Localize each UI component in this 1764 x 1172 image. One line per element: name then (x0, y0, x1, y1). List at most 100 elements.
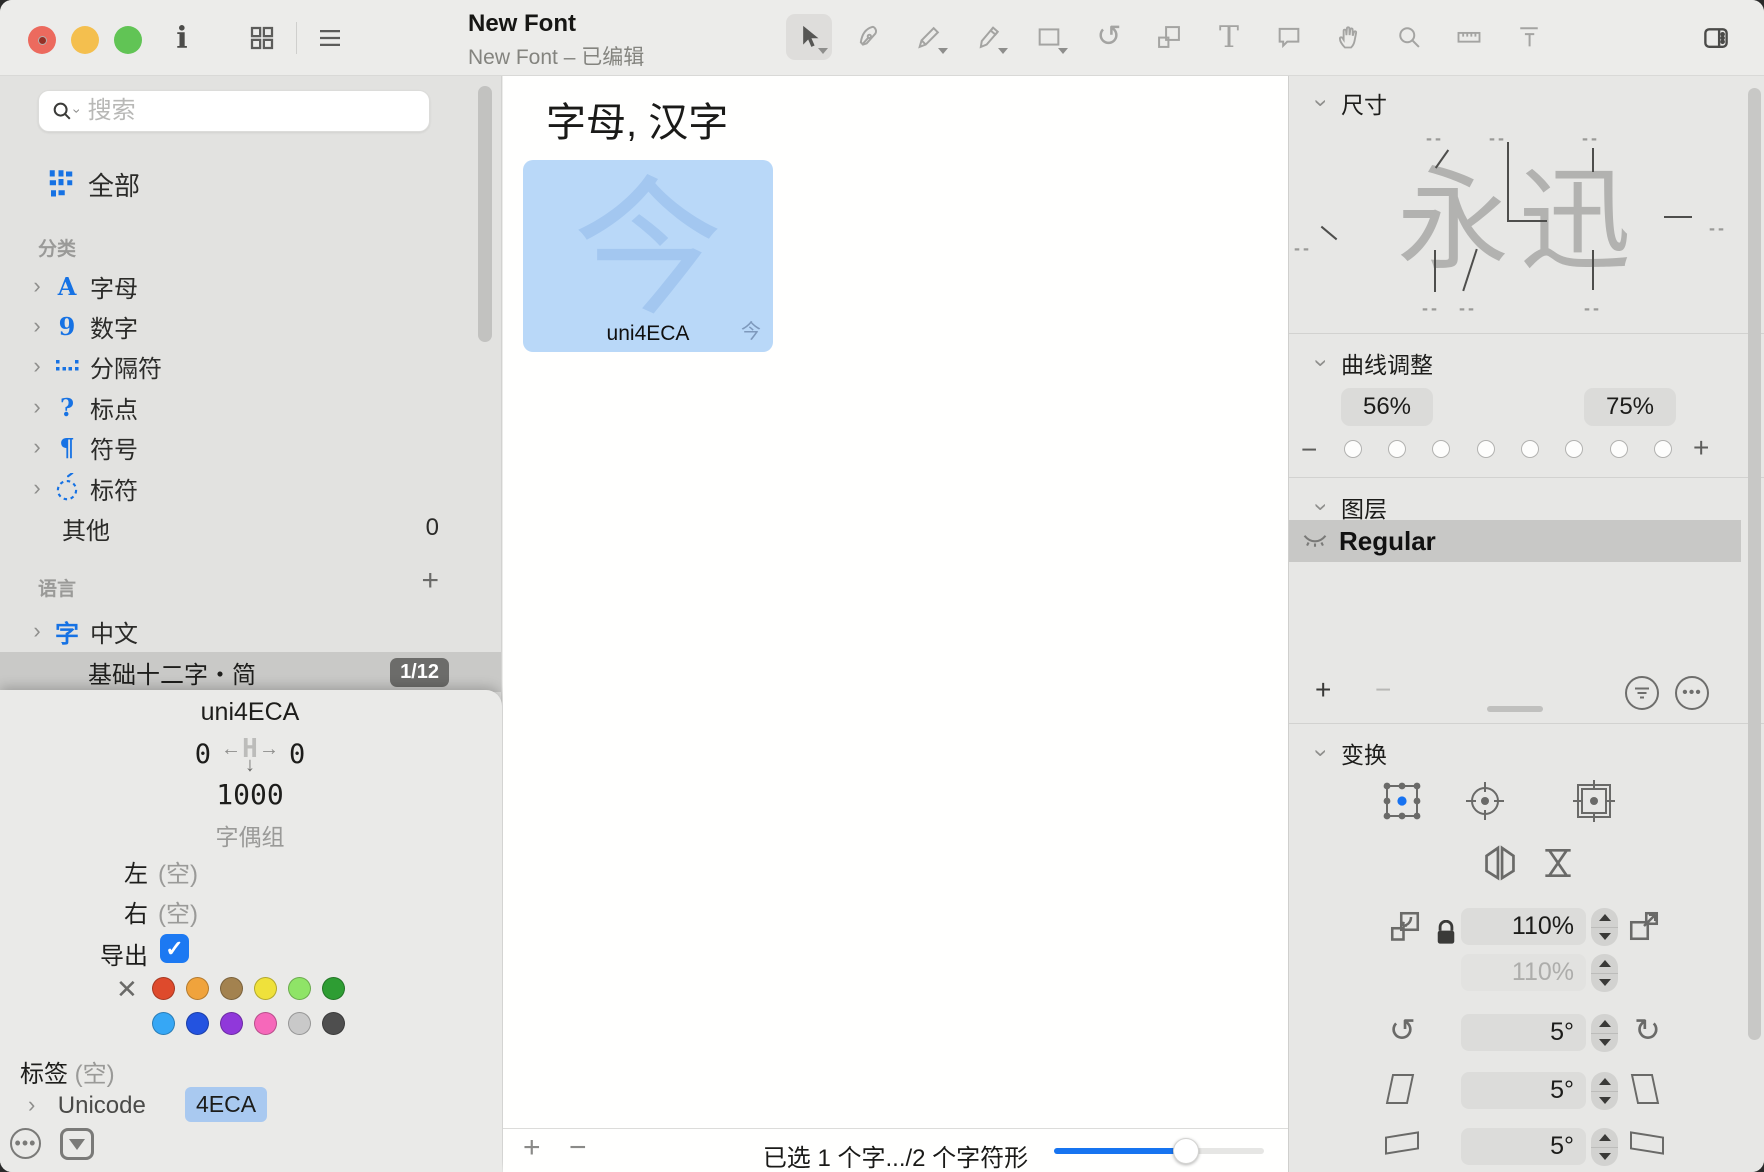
curve-fit-minus-button[interactable]: − (1301, 434, 1317, 466)
dimensions-section-header[interactable]: › 尺寸 (1317, 86, 1387, 120)
hand-tool[interactable] (1326, 14, 1372, 60)
flip-horizontal-button[interactable] (1481, 844, 1519, 882)
curve-fit-dot-6[interactable] (1565, 440, 1583, 458)
sidebar-item-other[interactable]: 其他 0 (0, 508, 501, 548)
layer-options-icon[interactable]: ••• (1675, 676, 1709, 710)
sidebar-item-separator[interactable]: › 分隔符 (0, 346, 501, 386)
color-swatch-cyan[interactable] (152, 1012, 175, 1035)
slant-field[interactable]: 5° (1461, 1072, 1586, 1109)
measurement-tool[interactable] (1446, 14, 1492, 60)
color-swatch-lightgreen[interactable] (288, 977, 311, 1000)
list-view-icon[interactable] (308, 18, 352, 58)
remove-layer-button[interactable]: − (1375, 674, 1391, 706)
curve-fit-dot-5[interactable] (1521, 440, 1539, 458)
curve-fit-section-header[interactable]: › 曲线调整 (1317, 346, 1433, 380)
right-group-value[interactable]: (空) (158, 894, 198, 929)
color-swatch-darkgray[interactable] (322, 1012, 345, 1035)
right-sidebearing-field[interactable]: 0 (289, 739, 305, 770)
curve-fit-dot-2[interactable] (1388, 440, 1406, 458)
flip-vertical-button[interactable] (1539, 844, 1577, 882)
skew-up-button[interactable] (1630, 1134, 1664, 1152)
sidebar-item-basic-twelve[interactable]: 基础十二字・简 1/12 (0, 652, 501, 692)
scale-y-stepper[interactable] (1591, 954, 1618, 992)
sidebar-item-letter[interactable]: › A 字母 (0, 266, 501, 306)
clear-color-button[interactable]: ✕ (116, 974, 138, 1005)
rotate-cw-button[interactable]: ↻ (1634, 1014, 1661, 1046)
pen-tool[interactable] (966, 14, 1012, 60)
export-checkbox[interactable]: ✓ (160, 934, 189, 963)
inspector-scrollbar[interactable] (1748, 88, 1761, 1040)
curve-fit-dot-3[interactable] (1432, 440, 1450, 458)
slant-left-button[interactable] (1389, 1074, 1411, 1104)
toggle-inspector-icon[interactable] (1694, 18, 1738, 58)
search-input[interactable] (86, 96, 417, 126)
rotate-stepper[interactable] (1591, 1014, 1618, 1052)
add-layer-button[interactable]: + (1315, 674, 1331, 706)
scale-x-stepper[interactable] (1591, 908, 1618, 946)
scale-y-field[interactable]: 110% (1461, 954, 1586, 991)
curve-fit-dot-7[interactable] (1610, 440, 1628, 458)
select-tool[interactable] (786, 14, 832, 60)
sidebar-scrollbar[interactable] (478, 86, 492, 342)
left-sidebearing-field[interactable]: 0 (195, 739, 211, 770)
more-options-icon[interactable]: ••• (10, 1128, 41, 1159)
color-swatch-orange[interactable] (186, 977, 209, 1000)
transform-section-header[interactable]: › 变换 (1317, 736, 1387, 770)
layers-section-header[interactable]: › 图层 (1317, 490, 1387, 524)
color-swatch-lightgray[interactable] (288, 1012, 311, 1035)
curve-fit-left-button[interactable]: 56% (1341, 388, 1433, 426)
sidebar-item-symbol[interactable]: › ¶ 符号 (0, 427, 501, 467)
width-field[interactable]: 1000 (0, 778, 500, 811)
color-swatch-purple[interactable] (220, 1012, 243, 1035)
curve-fit-dot-1[interactable] (1344, 440, 1362, 458)
glyph-cell-uni4ECA[interactable]: 今 uni4ECA 今 (523, 160, 773, 352)
add-language-button[interactable]: + (421, 564, 439, 598)
left-group-value[interactable]: (空) (158, 854, 198, 889)
pencil-tool[interactable] (906, 14, 952, 60)
color-swatch-yellow[interactable] (254, 977, 277, 1000)
origin-bounding-box-button[interactable] (1379, 778, 1425, 824)
text-tool[interactable]: T (1206, 14, 1252, 60)
skew-field[interactable]: 5° (1461, 1128, 1586, 1165)
origin-crosshair-button[interactable] (1462, 778, 1508, 824)
zoom-tool[interactable] (1386, 14, 1432, 60)
unicode-value-chip[interactable]: 4ECA (185, 1087, 267, 1122)
skew-down-button[interactable] (1385, 1134, 1419, 1152)
curve-fit-right-button[interactable]: 75% (1584, 388, 1676, 426)
font-info-icon[interactable]: i (160, 18, 204, 58)
panel-resize-handle[interactable] (1487, 706, 1543, 712)
primitives-tool[interactable] (1026, 14, 1072, 60)
rotate-ccw-button[interactable]: ↺ (1389, 1014, 1416, 1046)
annotation-tool[interactable] (1266, 14, 1312, 60)
scale-up-button[interactable] (1626, 908, 1662, 944)
curve-fit-dot-8[interactable] (1654, 440, 1672, 458)
sidebar-item-chinese[interactable]: › 字 中文 (0, 611, 501, 651)
color-swatch-blue[interactable] (186, 1012, 209, 1035)
scale-down-button[interactable] (1387, 908, 1423, 944)
curve-fit-dot-4[interactable] (1477, 440, 1495, 458)
chevron-right-icon[interactable]: › (28, 1094, 35, 1116)
draw-tool[interactable] (846, 14, 892, 60)
expand-panel-icon[interactable] (60, 1128, 94, 1160)
minimize-button[interactable] (71, 26, 99, 54)
lock-proportions-icon[interactable] (1434, 920, 1458, 946)
color-swatch-red[interactable] (152, 977, 175, 1000)
glyph-name-field[interactable]: uni4ECA (0, 698, 500, 727)
filter-layers-icon[interactable] (1625, 676, 1659, 710)
sidebar-item-punctuation[interactable]: › ? 标点 (0, 387, 501, 427)
slant-stepper[interactable] (1591, 1072, 1618, 1110)
zoom-button[interactable] (114, 26, 142, 54)
rotate-tool[interactable]: ↺ (1086, 14, 1132, 60)
sidebar-item-number[interactable]: › 9 数字 (0, 306, 501, 346)
tags-value[interactable]: (空) (75, 1061, 115, 1088)
origin-metrics-box-button[interactable] (1571, 778, 1617, 824)
scale-x-field[interactable]: 110% (1461, 908, 1586, 945)
scale-tool[interactable] (1146, 14, 1192, 60)
grid-view-icon[interactable] (240, 18, 284, 58)
sidebar-item-mark[interactable]: › 标符 (0, 468, 501, 508)
color-swatch-pink[interactable] (254, 1012, 277, 1035)
search-field[interactable]: › (38, 90, 430, 132)
layer-row-regular[interactable]: Regular (1289, 520, 1741, 562)
close-button[interactable] (28, 26, 56, 54)
color-swatch-brown[interactable] (220, 977, 243, 1000)
